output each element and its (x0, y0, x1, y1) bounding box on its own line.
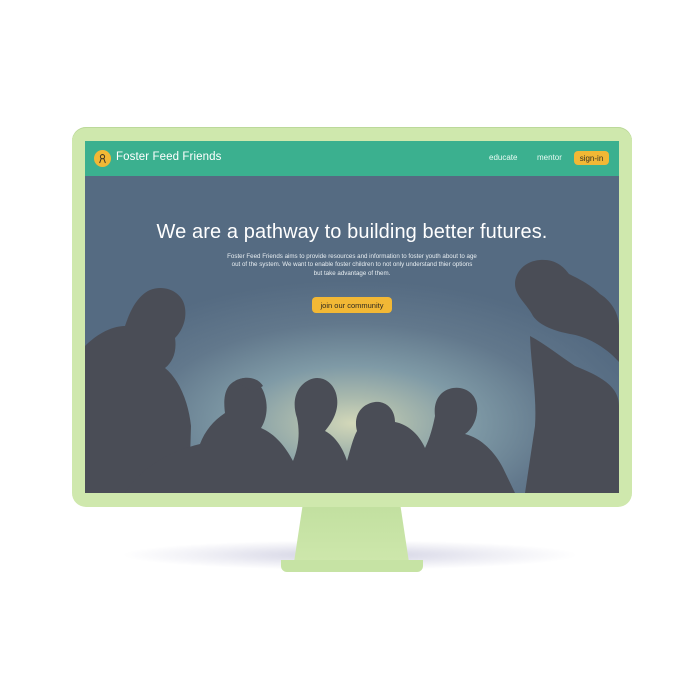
monitor-frame: Foster Feed Friends educate mentor sign-… (72, 127, 632, 507)
hero-headline: We are a pathway to building better futu… (156, 221, 548, 243)
nav-mentor[interactable]: mentor (537, 153, 562, 162)
monitor-base (281, 560, 423, 572)
hero-section: We are a pathway to building better futu… (85, 176, 619, 493)
brand-name[interactable]: Foster Feed Friends (116, 151, 221, 163)
ribbon-icon[interactable] (94, 150, 111, 167)
nav-educate[interactable]: educate (489, 153, 517, 162)
website-screen: Foster Feed Friends educate mentor sign-… (85, 141, 619, 493)
join-community-button[interactable]: join our community (312, 297, 392, 313)
navbar: Foster Feed Friends educate mentor sign-… (85, 141, 619, 176)
signin-button[interactable]: sign-in (574, 151, 609, 165)
hero-subtext: Foster Feed Friends aims to provide reso… (227, 253, 477, 277)
